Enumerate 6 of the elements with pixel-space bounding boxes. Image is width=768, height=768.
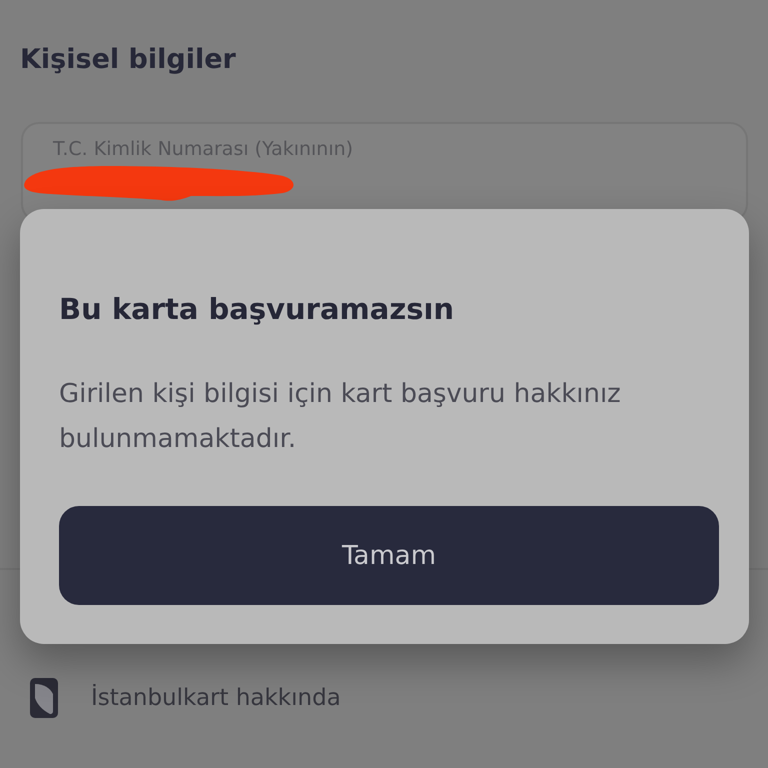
ok-button[interactable]: Tamam bbox=[59, 506, 719, 605]
dialog-title: Bu karta başvuramazsın bbox=[59, 291, 454, 328]
section-heading: Kişisel bilgiler bbox=[20, 43, 236, 77]
card-icon bbox=[30, 678, 58, 718]
dialog-message: Girilen kişi bilgisi için kart başvuru hakkınız bulunmamaktadır. bbox=[59, 378, 622, 456]
menu-item[interactable]: İstanbulkart hakkında bbox=[30, 678, 341, 718]
